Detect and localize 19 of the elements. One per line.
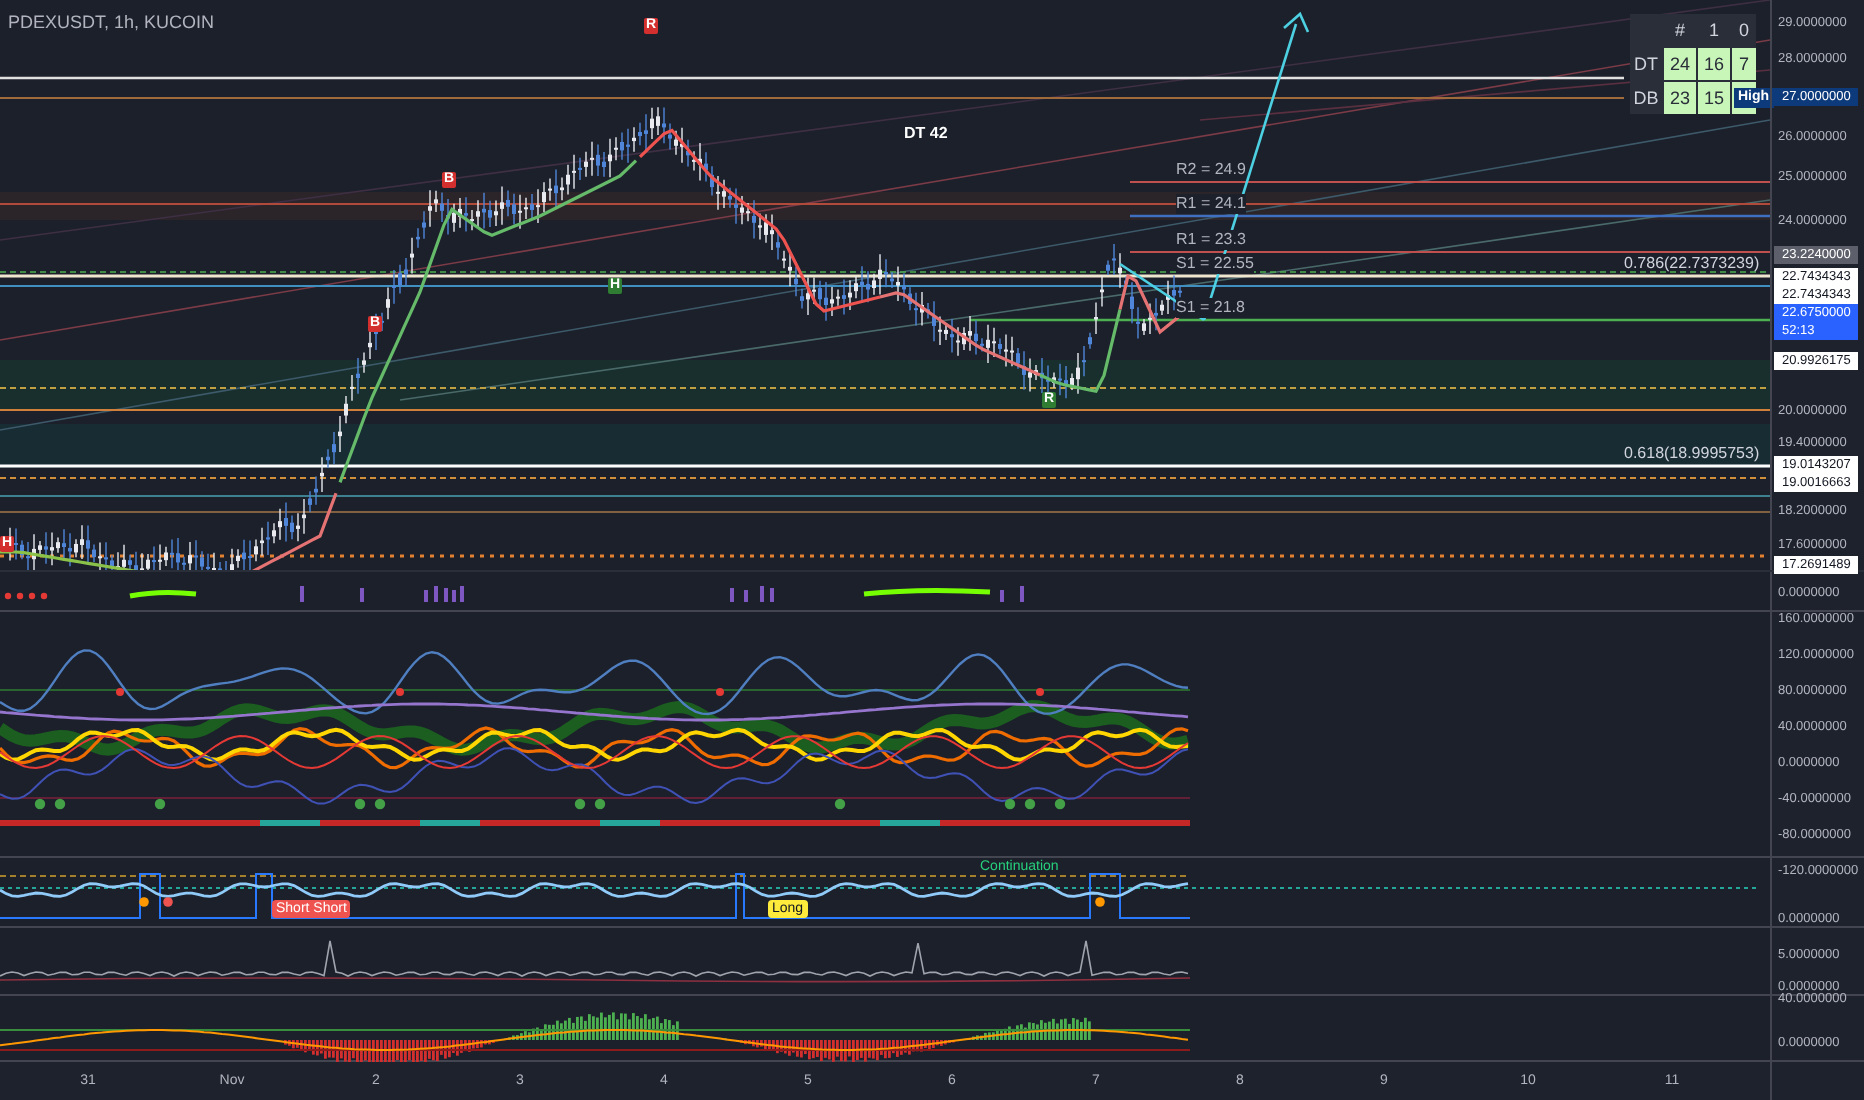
chart-annotation: 0.786(22.7373239): [1624, 254, 1760, 274]
table-header: 1: [1706, 18, 1721, 44]
chart-annotation: DT 42: [904, 124, 948, 144]
chart-annotation: 0.618(18.9995753): [1624, 444, 1760, 464]
table-cell: 24: [1664, 48, 1696, 80]
chart-annotation: S1 = 22.55: [1176, 254, 1254, 274]
table-cell: 7: [1732, 48, 1756, 80]
table-cell: 15: [1698, 82, 1730, 114]
chart-annotation: R1 = 24.1: [1176, 194, 1246, 214]
chart-annotation: R2 = 24.9: [1176, 160, 1246, 180]
table-header: 0: [1736, 18, 1751, 44]
table-header: #: [1672, 18, 1687, 44]
table-cell: 23: [1664, 82, 1696, 114]
chart-annotation: R1 = 23.3: [1176, 230, 1246, 250]
table-cell: 16: [1698, 48, 1730, 80]
chart-title: PDEXUSDT, 1h, KUCOIN: [8, 12, 215, 34]
row-label: DB: [1631, 86, 1661, 112]
row-label: DT: [1632, 52, 1660, 78]
chart-annotation: S1 = 21.8: [1176, 298, 1245, 318]
